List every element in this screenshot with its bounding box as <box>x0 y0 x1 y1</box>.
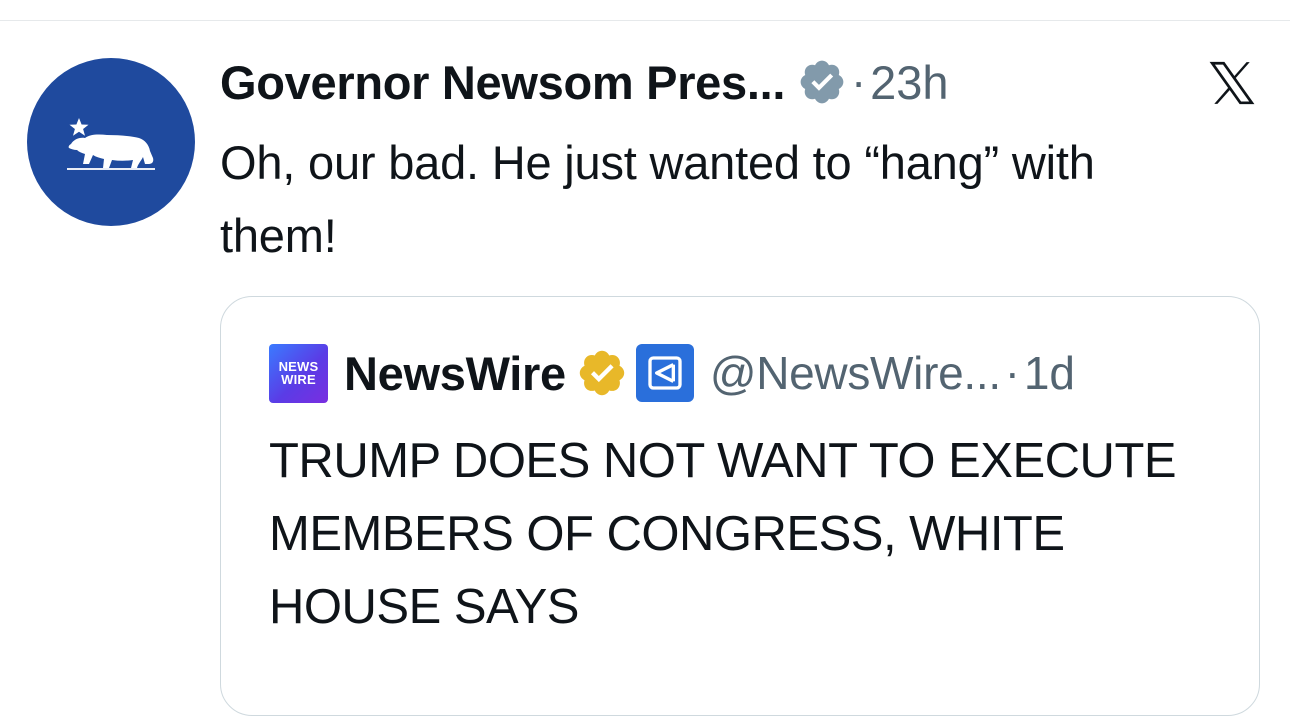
author-name[interactable]: Governor Newsom Pres... <box>220 55 785 110</box>
affiliate-logo-icon <box>648 356 682 390</box>
quoted-timestamp[interactable]: 1d <box>1024 346 1075 400</box>
star-icon <box>69 118 89 136</box>
separator-dot: · <box>851 56 867 107</box>
affiliate-badge-icon[interactable] <box>635 344 694 402</box>
quoted-tweet-header: NEWS WIRE NewsWire @NewsWire... · 1d <box>269 341 1075 405</box>
separator-dot: · <box>1004 347 1020 398</box>
quoted-tweet-text: TRUMP DOES NOT WANT TO EXECUTE MEMBERS O… <box>269 434 1177 634</box>
quoted-author-name[interactable]: NewsWire <box>344 346 566 401</box>
gold-verified-icon[interactable] <box>576 347 628 399</box>
x-logo-icon[interactable] <box>1206 58 1258 108</box>
quoted-tweet-card[interactable]: NEWS WIRE NewsWire @NewsWire... · 1d TRU… <box>220 296 1260 716</box>
top-divider <box>0 20 1290 21</box>
newswire-logo-line2: WIRE <box>281 372 316 387</box>
tweet-text: Oh, our bad. He just wanted to “hang” wi… <box>220 136 1095 262</box>
avatar[interactable] <box>27 58 195 226</box>
verified-badge-icon[interactable] <box>797 57 847 107</box>
timestamp[interactable]: 23h <box>870 55 948 110</box>
newswire-avatar[interactable]: NEWS WIRE <box>269 343 328 403</box>
california-bear-icon <box>67 118 155 170</box>
tweet-header: Governor Newsom Pres... · 23h <box>220 50 949 114</box>
quoted-author-handle[interactable]: @NewsWire... <box>710 346 1001 400</box>
